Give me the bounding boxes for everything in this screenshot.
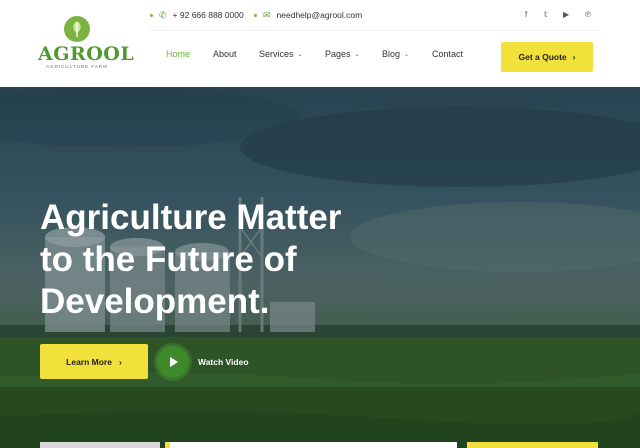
nav-item-pages[interactable]: Pages ⌄ xyxy=(325,49,360,59)
divider xyxy=(150,30,600,31)
chevron-right-icon: › xyxy=(118,356,122,367)
nav-label: Contact xyxy=(432,49,464,59)
chevron-down-icon: ⌄ xyxy=(297,51,303,58)
site-header: AGROOL AGRICULTURE FARM ✆ + 92 666 888 0… xyxy=(0,0,640,87)
nav-item-blog[interactable]: Blog ⌄ xyxy=(382,49,409,59)
phone-contact[interactable]: ✆ + 92 666 888 0000 xyxy=(150,10,244,20)
nav-label: Pages xyxy=(325,49,351,59)
nav-label: Home xyxy=(166,49,191,59)
feature-card-button[interactable] xyxy=(467,442,598,448)
chevron-down-icon: ⌄ xyxy=(354,51,360,58)
top-contact-bar: ✆ + 92 666 888 0000 ✉ needhelp@agrool.co… xyxy=(150,6,600,26)
nav-item-services[interactable]: Services ⌄ xyxy=(259,49,303,59)
pinterest-icon[interactable]: ℗ xyxy=(585,10,591,20)
hero-banner: Agriculture Matter to the Future of Deve… xyxy=(0,87,640,448)
phone-number: + 92 666 888 0000 xyxy=(172,10,244,20)
button-label: Learn More xyxy=(66,356,112,367)
email-address: needhelp@agrool.com xyxy=(276,10,363,20)
feature-card-image xyxy=(40,442,160,448)
site-logo[interactable]: AGROOL AGRICULTURE FARM xyxy=(38,16,134,72)
nav-item-contact[interactable]: Contact xyxy=(432,49,463,59)
hero-headline: Agriculture Matter to the Future of Deve… xyxy=(40,197,420,323)
facebook-icon[interactable]: f xyxy=(525,10,527,20)
headline-line: Development. xyxy=(40,282,270,321)
button-label: Get a Quote xyxy=(518,52,567,62)
headline-line: to the Future of xyxy=(40,240,297,279)
nav-label: About xyxy=(213,49,237,59)
mail-icon: ✉ xyxy=(263,10,271,20)
email-contact[interactable]: ✉ needhelp@agrool.com xyxy=(254,10,362,20)
learn-more-button[interactable]: Learn More › xyxy=(40,344,148,379)
headline-line: Agriculture Matter xyxy=(40,198,342,237)
bullet-dot xyxy=(254,13,257,17)
logo-leaf-icon xyxy=(64,16,90,42)
brand-tagline: AGRICULTURE FARM xyxy=(46,64,108,69)
get-quote-button[interactable]: Get a Quote › xyxy=(501,42,593,72)
twitter-icon[interactable]: 𝕥 xyxy=(544,10,548,20)
bullet-dot xyxy=(150,13,153,17)
chevron-down-icon: ⌄ xyxy=(404,51,410,58)
feature-card xyxy=(170,442,457,448)
nav-label: Blog xyxy=(382,49,401,59)
nav-label: Services xyxy=(259,49,294,59)
youtube-icon[interactable]: ▶ xyxy=(563,10,569,20)
watch-video-link[interactable]: Watch Video xyxy=(198,357,249,367)
chevron-right-icon: › xyxy=(572,52,576,62)
nav-item-about[interactable]: About xyxy=(213,49,237,59)
play-video-button[interactable] xyxy=(157,346,189,378)
phone-icon: ✆ xyxy=(159,10,167,20)
play-icon xyxy=(170,357,178,367)
nav-item-home[interactable]: Home xyxy=(166,49,190,59)
